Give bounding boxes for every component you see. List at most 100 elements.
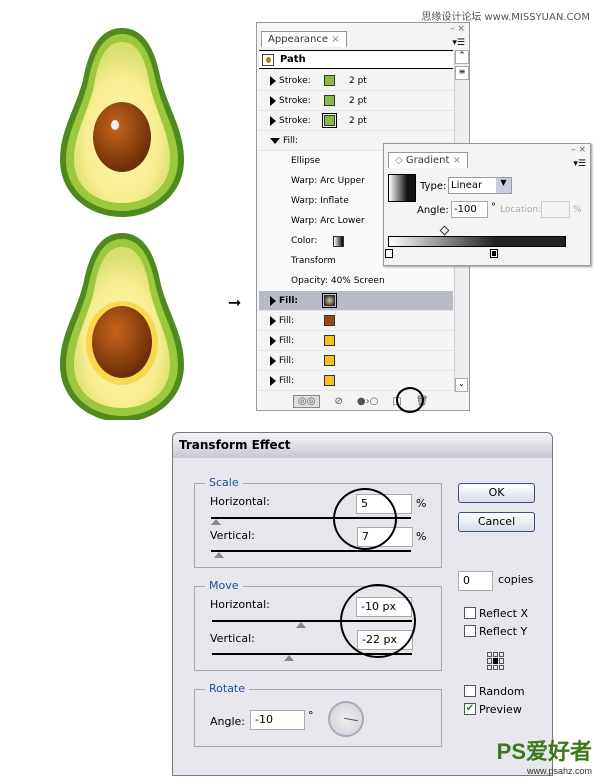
rotate-angle-input[interactable]: -10: [250, 710, 305, 730]
gradient-stop-black[interactable]: [490, 249, 498, 258]
appearance-row-fill[interactable]: Fill:: [259, 351, 453, 371]
appearance-row-fill-selected[interactable]: Fill:: [259, 291, 453, 311]
random-checkbox[interactable]: [464, 685, 476, 697]
move-horizontal-label: Horizontal:: [210, 598, 270, 611]
watermark-bottom: PS爱好者 www.psahz.com: [497, 734, 592, 776]
minimize-close-icon[interactable]: – ×: [571, 145, 586, 155]
ok-button[interactable]: OK: [458, 483, 535, 503]
slider-thumb[interactable]: [284, 655, 294, 661]
avocado-illustrations: [60, 28, 184, 420]
reduce-to-basic-icon[interactable]: ●›○: [357, 396, 378, 407]
type-label: Type:: [420, 181, 447, 192]
row-label: Stroke:: [279, 115, 311, 126]
slider-thumb[interactable]: [211, 519, 221, 525]
path-header[interactable]: Path: [259, 50, 453, 69]
color-swatch[interactable]: [324, 315, 335, 326]
expand-triangle-icon[interactable]: [270, 75, 276, 86]
opacity-row[interactable]: Opacity: 40% Screen: [259, 271, 453, 291]
preview-label: Preview: [479, 703, 522, 716]
angle-dial[interactable]: [328, 701, 364, 737]
reflect-y-label: Reflect Y: [479, 625, 528, 638]
avocado-bottom: [60, 233, 184, 420]
panel-menu-icon[interactable]: ▾☰: [573, 159, 586, 169]
appearance-row-fill[interactable]: Fill:: [259, 311, 453, 331]
reference-point-locator-icon[interactable]: [487, 652, 505, 670]
row-label: Fill:: [283, 135, 299, 146]
rotate-title: Rotate: [205, 682, 250, 695]
degree-symbol: °: [491, 202, 496, 213]
collapse-triangle-icon[interactable]: [270, 137, 280, 144]
watermark-url: www.psahz.com: [526, 766, 592, 776]
chevron-down-icon[interactable]: ▼: [496, 178, 511, 193]
row-label: Fill:: [279, 355, 295, 366]
scale-title: Scale: [205, 476, 243, 489]
copies-label: copies: [498, 573, 534, 586]
appearance-row-fill[interactable]: Fill:: [259, 331, 453, 351]
scale-vertical-slider[interactable]: [211, 550, 411, 552]
reflect-x-checkbox[interactable]: [464, 607, 476, 619]
expand-triangle-icon[interactable]: [270, 95, 276, 106]
row-value: 2 pt: [349, 115, 367, 126]
type-select[interactable]: Linear ▼: [448, 177, 512, 194]
arrow-icon: ➞: [228, 293, 242, 312]
preview-checkbox[interactable]: ✔: [464, 703, 476, 715]
scroll-thumb[interactable]: ≡: [455, 66, 469, 80]
clear-appearance-icon[interactable]: ⊘: [334, 396, 342, 407]
appearance-row-stroke[interactable]: Stroke: 2 pt: [259, 71, 453, 91]
gradient-swatch[interactable]: [333, 235, 344, 247]
expand-triangle-icon[interactable]: [270, 315, 276, 326]
close-icon[interactable]: ×: [453, 155, 461, 166]
avocado-top: [60, 28, 184, 217]
dialog-title: Transform Effect: [173, 433, 552, 458]
row-label: Fill:: [279, 295, 299, 306]
appearance-row-stroke[interactable]: Stroke: 2 pt: [259, 91, 453, 111]
location-label: Location:: [500, 205, 542, 215]
expand-triangle-icon[interactable]: [270, 335, 276, 346]
location-unit: %: [573, 205, 582, 215]
highlight-circle: [340, 584, 416, 658]
appearance-row-stroke[interactable]: Stroke: 2 pt: [259, 111, 453, 131]
scale-vertical-label: Vertical:: [210, 529, 255, 542]
slider-thumb[interactable]: [296, 622, 306, 628]
move-vertical-label: Vertical:: [210, 632, 255, 645]
cancel-button[interactable]: Cancel: [458, 512, 535, 532]
location-input[interactable]: [541, 201, 570, 218]
gradient-midpoint-handle[interactable]: [439, 225, 450, 236]
reflect-y-checkbox[interactable]: [464, 625, 476, 637]
panel-options-icon[interactable]: ◇: [395, 155, 403, 166]
row-label: Fill:: [279, 335, 295, 346]
color-label: Color:: [291, 236, 318, 246]
copies-input[interactable]: 0: [458, 571, 493, 591]
color-swatch[interactable]: [324, 335, 335, 346]
highlight-circle: [396, 387, 424, 413]
color-swatch[interactable]: [324, 375, 335, 386]
tab-appearance[interactable]: Appearance ×: [261, 31, 347, 47]
panel-menu-icon[interactable]: ▾☰: [452, 38, 465, 48]
close-icon[interactable]: ×: [331, 34, 339, 45]
scroll-down-icon[interactable]: ⌄: [455, 378, 468, 392]
minimize-close-icon[interactable]: – ×: [450, 24, 465, 34]
scale-group: Scale Horizontal: 5 % Vertical: 7 %: [194, 476, 442, 568]
row-label: Stroke:: [279, 75, 311, 86]
angle-input[interactable]: -100: [451, 201, 488, 218]
color-swatch[interactable]: [322, 293, 337, 308]
row-label: Fill:: [279, 375, 295, 386]
gradient-stop-white[interactable]: [385, 249, 393, 258]
expand-triangle-icon[interactable]: [270, 375, 276, 386]
scroll-up-icon[interactable]: ⌃: [455, 50, 469, 64]
color-swatch[interactable]: [324, 95, 335, 106]
color-swatch[interactable]: [324, 355, 335, 366]
expand-triangle-icon[interactable]: [270, 295, 276, 306]
expand-triangle-icon[interactable]: [270, 355, 276, 366]
gradient-slider[interactable]: [388, 236, 566, 247]
percent-unit: %: [416, 530, 427, 543]
new-art-maintains-appearance-icon[interactable]: ◎◎: [293, 395, 321, 408]
color-swatch[interactable]: [324, 75, 335, 86]
tab-gradient[interactable]: ◇ Gradient ×: [388, 152, 468, 168]
expand-triangle-icon[interactable]: [270, 115, 276, 126]
gradient-preview[interactable]: [388, 174, 416, 202]
slider-thumb[interactable]: [214, 552, 224, 558]
appearance-row-fill[interactable]: Fill:: [259, 371, 453, 391]
tab-label: Appearance: [268, 34, 329, 45]
color-swatch[interactable]: [322, 113, 337, 128]
